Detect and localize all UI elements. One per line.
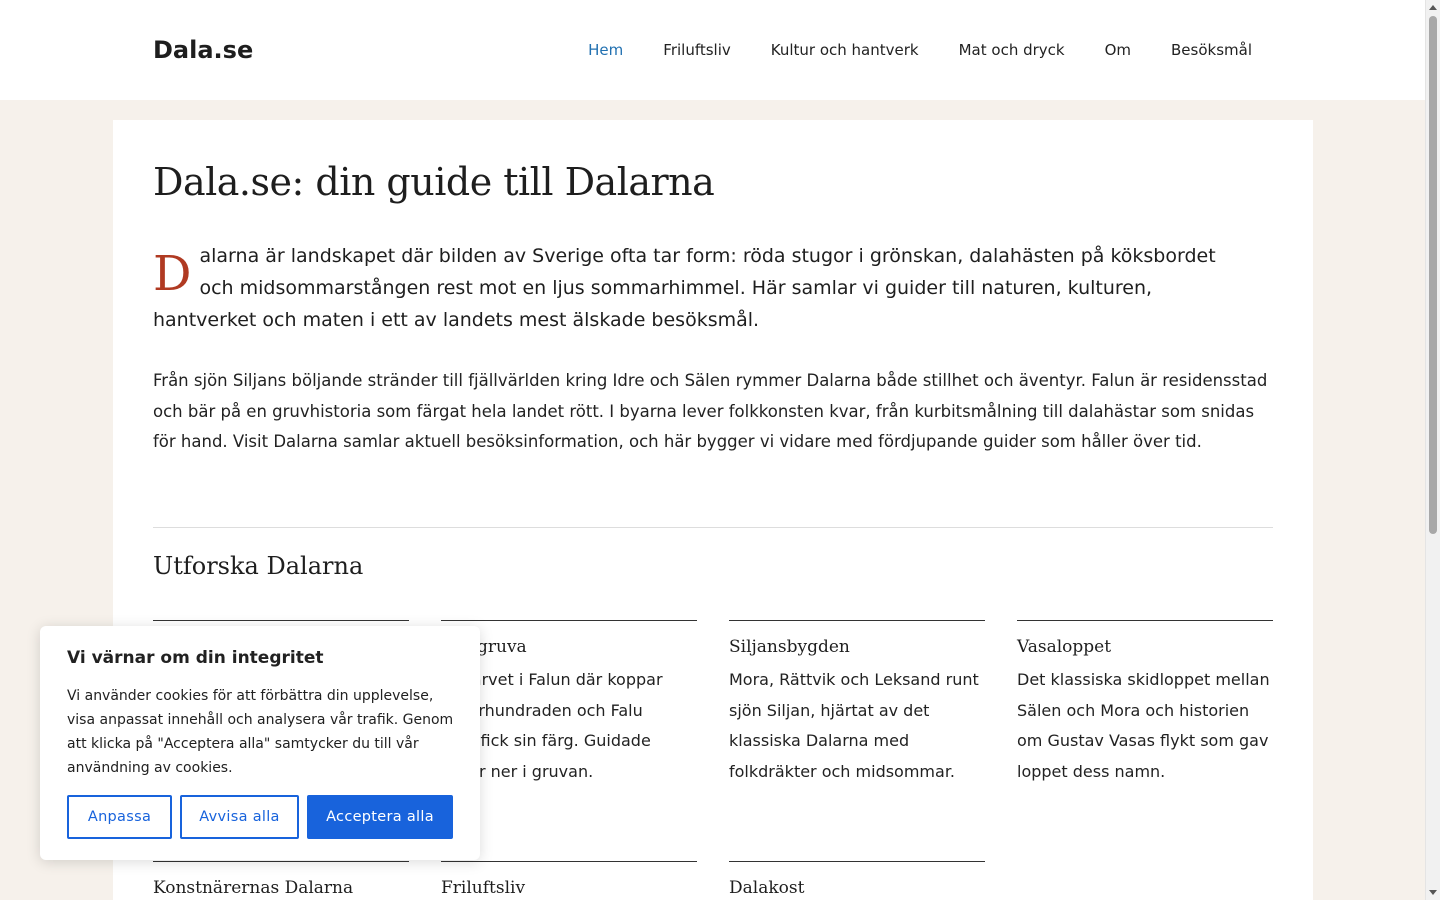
- card-title: Siljansbygden: [729, 637, 850, 657]
- nav-item-friluftsliv[interactable]: Friluftsliv: [663, 41, 730, 59]
- customize-button[interactable]: Anpassa: [67, 795, 172, 839]
- card-vasaloppet[interactable]: Vasaloppet Det klassiska skidloppet mell…: [1017, 620, 1273, 787]
- cookie-buttons: Anpassa Avvisa alla Acceptera alla: [67, 795, 453, 839]
- nav-item-mat[interactable]: Mat och dryck: [959, 41, 1065, 59]
- reject-all-button[interactable]: Avvisa alla: [180, 795, 299, 839]
- nav-item-kultur[interactable]: Kultur och hantverk: [771, 41, 919, 59]
- card-title: Friluftsliv: [441, 878, 526, 898]
- card-title: gruva: [477, 637, 527, 657]
- lead-paragraph: D alarna är landskapet där bilden av Sve…: [153, 240, 1253, 336]
- card-dalakost[interactable]: Dalakost: [729, 861, 985, 898]
- card-title: Dalakost: [729, 878, 805, 898]
- card-text: Mora, Rättvik och Leksand runt sjön Silj…: [729, 670, 979, 781]
- card-text: lsarvet i Falun där koppar i århundraden…: [459, 670, 663, 781]
- nav-item-om[interactable]: Om: [1105, 41, 1131, 59]
- cookie-text: Vi använder cookies för att förbättra di…: [67, 688, 454, 776]
- section-divider: [153, 527, 1273, 528]
- page-title: Dala.se: din guide till Dalarna: [153, 160, 715, 204]
- main-nav: Hem Friluftsliv Kultur och hantverk Mat …: [588, 41, 1252, 59]
- scroll-down-arrow-icon[interactable]: [1429, 890, 1437, 895]
- site-header: Dala.se Hem Friluftsliv Kultur och hantv…: [0, 0, 1425, 100]
- section-title: Utforska Dalarna: [153, 552, 364, 580]
- site-logo[interactable]: Dala.se: [153, 36, 253, 64]
- card-title: Vasaloppet: [1017, 637, 1112, 657]
- card-title: Konstnärernas Dalarna: [153, 878, 354, 898]
- accept-all-button[interactable]: Acceptera alla: [307, 795, 453, 839]
- scroll-up-arrow-icon[interactable]: [1429, 5, 1437, 10]
- cookie-consent-banner: Vi värnar om din integritet Vi använder …: [40, 626, 480, 860]
- card-siljansbygden[interactable]: Siljansbygden Mora, Rättvik och Leksand …: [729, 620, 985, 787]
- card-text: Det klassiska skidloppet mellan Sälen oc…: [1017, 670, 1270, 781]
- nav-item-besoksmal[interactable]: Besöksmål: [1171, 41, 1252, 59]
- card-konstnarernas-dalarna[interactable]: Konstnärernas Dalarna: [153, 861, 409, 898]
- page-scrollbar[interactable]: [1425, 0, 1440, 900]
- nav-item-hem[interactable]: Hem: [588, 41, 623, 59]
- drop-cap: D: [153, 246, 192, 302]
- scrollbar-thumb[interactable]: [1429, 16, 1437, 534]
- card-friluftsliv[interactable]: Friluftsliv: [441, 861, 697, 898]
- lead-text: alarna är landskapet där bilden av Sveri…: [153, 245, 1216, 331]
- body-paragraph: Från sjön Siljans böljande stränder till…: [153, 371, 1268, 451]
- cookie-title: Vi värnar om din integritet: [67, 648, 324, 668]
